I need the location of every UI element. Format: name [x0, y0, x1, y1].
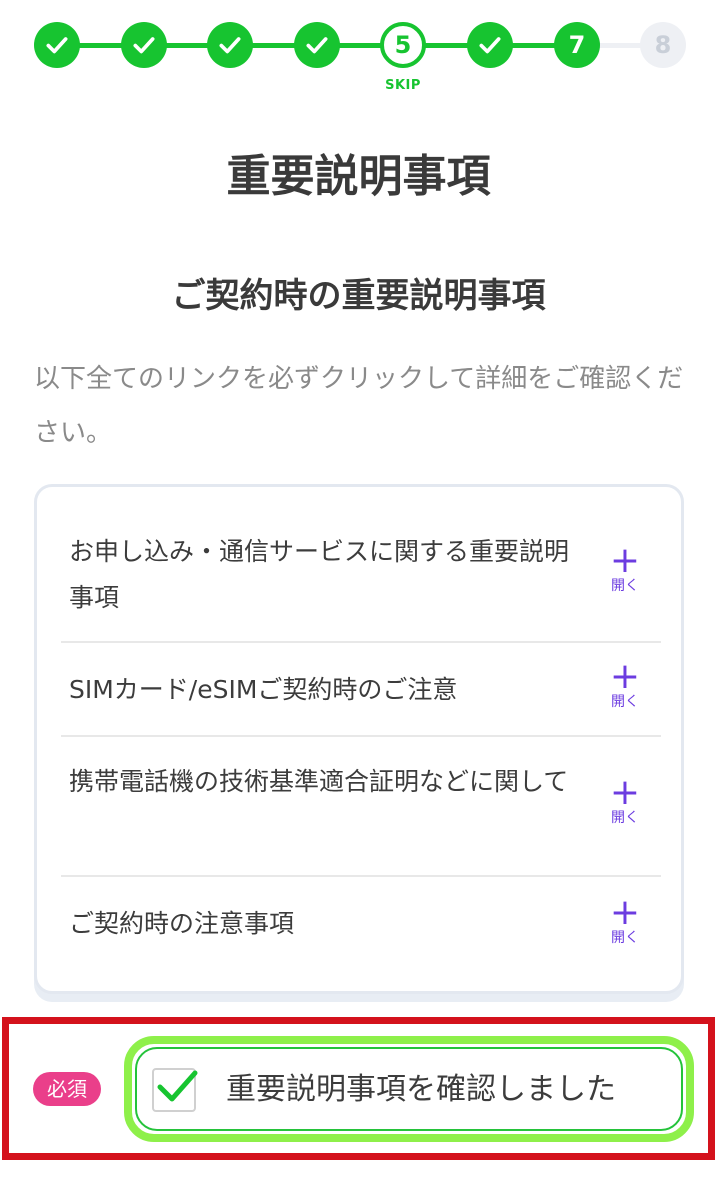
notice-item-certification[interactable]: 携帯電話機の技術基準適合証明などに関して + 開く [61, 737, 661, 877]
notice-item-title: 携帯電話機の技術基準適合証明などに関して [69, 767, 569, 796]
progress-stepper: 5 7 8 SKIP [0, 0, 717, 110]
open-toggle[interactable]: + 開く [605, 892, 645, 947]
check-icon [479, 37, 501, 54]
confirm-checkbox-label[interactable]: 重要説明事項を確認しました [226, 1068, 616, 1112]
step-5: 5 [380, 22, 426, 68]
open-toggle[interactable]: + 開く [605, 772, 645, 827]
plus-icon: + [609, 772, 641, 813]
notice-item-title: ご契約時の注意事項 [69, 909, 295, 938]
check-icon [133, 37, 155, 54]
step-2 [121, 22, 167, 68]
plus-icon: + [609, 540, 641, 581]
notice-item-sim[interactable]: SIMカード/eSIMご契約時のご注意 + 開く [61, 643, 661, 737]
check-icon [219, 37, 241, 54]
skip-label: SKIP [385, 78, 421, 93]
important-notices-list: お申し込み・通信サービスに関する重要説明事項 + 開く SIMカード/eSIMご… [34, 484, 684, 994]
plus-icon: + [609, 892, 641, 933]
step-4 [294, 22, 340, 68]
confirm-checkbox[interactable] [152, 1068, 198, 1112]
open-toggle[interactable]: + 開く [605, 540, 645, 595]
step-8: 8 [640, 22, 686, 68]
step-1 [34, 22, 80, 68]
notice-item-service[interactable]: お申し込み・通信サービスに関する重要説明事項 + 開く [61, 509, 661, 643]
instruction-text: 以下全てのリンクを必ずクリックして詳細をご確認ください。 [34, 364, 684, 448]
confirm-checkbox-field[interactable]: 重要説明事項を確認しました [124, 1036, 694, 1142]
notice-item-contract[interactable]: ご契約時の注意事項 + 開く [61, 877, 661, 973]
notice-item-title: お申し込み・通信サービスに関する重要説明事項 [69, 537, 570, 612]
check-icon [157, 1070, 198, 1102]
section-title: ご契約時の重要説明事項 [171, 276, 546, 316]
check-icon [46, 37, 68, 54]
step-3 [207, 22, 253, 68]
open-toggle[interactable]: + 開く [605, 656, 645, 711]
check-icon [306, 37, 328, 54]
plus-icon: + [609, 656, 641, 697]
step-7: 7 [554, 22, 600, 68]
page-title: 重要説明事項 [226, 151, 491, 202]
step-6 [467, 22, 513, 68]
required-badge: 必須 [33, 1072, 101, 1106]
notice-item-title: SIMカード/eSIMご契約時のご注意 [69, 675, 458, 704]
